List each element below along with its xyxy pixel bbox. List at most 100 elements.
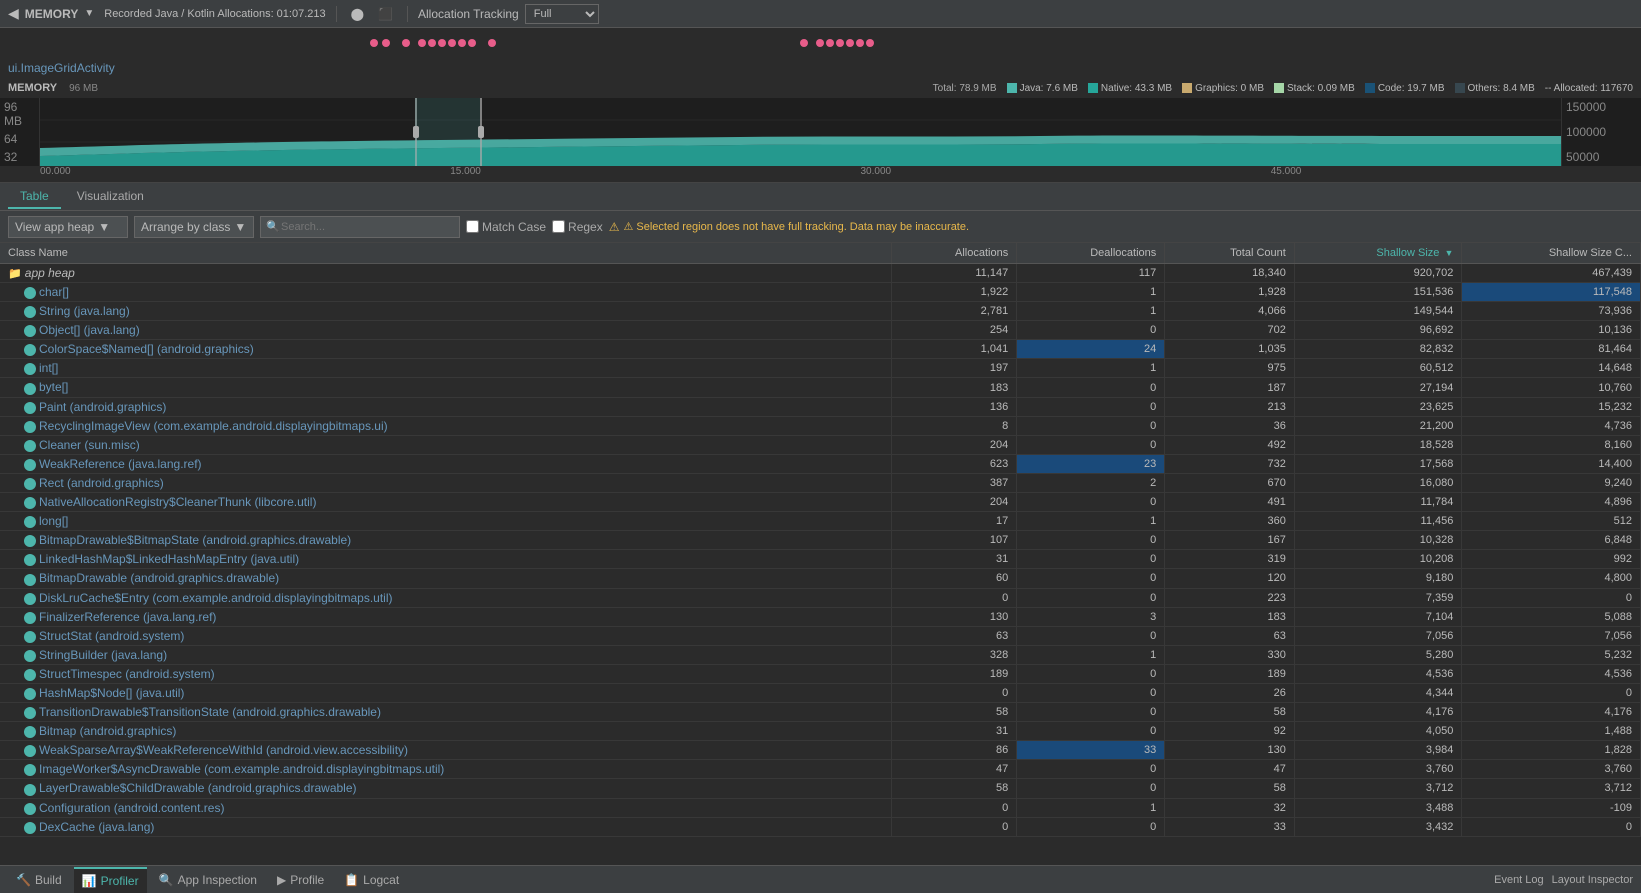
cell-class-name[interactable]: TransitionDrawable$TransitionState (andr… — [0, 703, 892, 722]
table-row[interactable]: StringBuilder (java.lang)32813305,2805,2… — [0, 645, 1641, 664]
match-case-checkbox[interactable] — [466, 220, 479, 233]
cell-class-name[interactable]: Rect (android.graphics) — [0, 473, 892, 492]
table-row[interactable]: byte[]183018727,19410,760 — [0, 378, 1641, 397]
class-name-text[interactable]: LayerDrawable$ChildDrawable (android.gra… — [39, 781, 357, 795]
class-name-text[interactable]: WeakSparseArray$WeakReferenceWithId (and… — [39, 743, 408, 757]
cell-class-name[interactable]: ColorSpace$Named[] (android.graphics) — [0, 340, 892, 359]
cell-class-name[interactable]: Object[] (java.lang) — [0, 321, 892, 340]
cell-class-name[interactable]: StructStat (android.system) — [0, 626, 892, 645]
class-name-text[interactable]: Rect (android.graphics) — [39, 476, 164, 490]
class-name-text[interactable]: NativeAllocationRegistry$CleanerThunk (l… — [39, 495, 316, 509]
table-row[interactable]: 📁 app heap11,14711718,340920,702467,439 — [0, 264, 1641, 283]
table-row[interactable]: String (java.lang)2,78114,066149,54473,9… — [0, 302, 1641, 321]
allocation-tracking-select[interactable]: Full Sampled None — [525, 4, 599, 24]
col-deallocations[interactable]: Deallocations — [1017, 243, 1165, 264]
cell-class-name[interactable]: HashMap$Node[] (java.util) — [0, 683, 892, 702]
table-row[interactable]: ImageWorker$AsyncDrawable (com.example.a… — [0, 760, 1641, 779]
tab-visualization[interactable]: Visualization — [65, 185, 156, 209]
table-row[interactable]: long[]17136011,456512 — [0, 512, 1641, 531]
class-name-text[interactable]: ImageWorker$AsyncDrawable (com.example.a… — [39, 762, 444, 776]
cell-class-name[interactable]: int[] — [0, 359, 892, 378]
table-row[interactable]: RecyclingImageView (com.example.android.… — [0, 416, 1641, 435]
class-name-text[interactable]: BitmapDrawable$BitmapState (android.grap… — [39, 533, 351, 547]
col-shallow-size[interactable]: Shallow Size ▼ — [1294, 243, 1462, 264]
cell-class-name[interactable]: WeakReference (java.lang.ref) — [0, 454, 892, 473]
cell-class-name[interactable]: long[] — [0, 512, 892, 531]
class-name-text[interactable]: StructTimespec (android.system) — [39, 667, 215, 681]
table-row[interactable]: BitmapDrawable$BitmapState (android.grap… — [0, 531, 1641, 550]
cell-class-name[interactable]: String (java.lang) — [0, 302, 892, 321]
class-name-text[interactable]: Bitmap (android.graphics) — [39, 724, 176, 738]
table-row[interactable]: Object[] (java.lang)254070296,69210,136 — [0, 321, 1641, 340]
table-row[interactable]: NativeAllocationRegistry$CleanerThunk (l… — [0, 493, 1641, 512]
cell-class-name[interactable]: LayerDrawable$ChildDrawable (android.gra… — [0, 779, 892, 798]
class-name-text[interactable]: StringBuilder (java.lang) — [39, 648, 167, 662]
cell-class-name[interactable]: StringBuilder (java.lang) — [0, 645, 892, 664]
bottom-tab-profiler[interactable]: 📊 Profiler — [74, 867, 147, 893]
bottom-tab-profile[interactable]: ▶ Profile — [269, 867, 332, 893]
graph-canvas[interactable] — [40, 98, 1561, 166]
cell-class-name[interactable]: WeakSparseArray$WeakReferenceWithId (and… — [0, 741, 892, 760]
table-row[interactable]: Paint (android.graphics)136021323,62515,… — [0, 397, 1641, 416]
table-row[interactable]: TransitionDrawable$TransitionState (andr… — [0, 703, 1641, 722]
record-button[interactable]: ⬤ — [347, 5, 368, 23]
cell-class-name[interactable]: 📁 app heap — [0, 264, 892, 283]
class-name-text[interactable]: ColorSpace$Named[] (android.graphics) — [39, 342, 254, 356]
class-name-text[interactable]: char[] — [39, 285, 69, 299]
class-name-text[interactable]: StructStat (android.system) — [39, 629, 184, 643]
class-name-text[interactable]: Paint (android.graphics) — [39, 400, 166, 414]
table-row[interactable]: ColorSpace$Named[] (android.graphics)1,0… — [0, 340, 1641, 359]
cell-class-name[interactable]: StructTimespec (android.system) — [0, 664, 892, 683]
cell-class-name[interactable]: Cleaner (sun.misc) — [0, 435, 892, 454]
class-name-text[interactable]: DiskLruCache$Entry (com.example.android.… — [39, 591, 393, 605]
cell-class-name[interactable]: BitmapDrawable$BitmapState (android.grap… — [0, 531, 892, 550]
table-row[interactable]: Bitmap (android.graphics)310924,0501,488 — [0, 722, 1641, 741]
cell-class-name[interactable]: RecyclingImageView (com.example.android.… — [0, 416, 892, 435]
table-row[interactable]: Configuration (android.content.res)01323… — [0, 798, 1641, 817]
table-row[interactable]: LinkedHashMap$LinkedHashMapEntry (java.u… — [0, 550, 1641, 569]
cell-class-name[interactable]: Configuration (android.content.res) — [0, 798, 892, 817]
class-name-text[interactable]: String (java.lang) — [39, 304, 130, 318]
table-row[interactable]: WeakSparseArray$WeakReferenceWithId (and… — [0, 741, 1641, 760]
cell-class-name[interactable]: DexCache (java.lang) — [0, 817, 892, 836]
table-row[interactable]: BitmapDrawable (android.graphics.drawabl… — [0, 569, 1641, 588]
bottom-tab-logcat[interactable]: 📋 Logcat — [336, 867, 407, 893]
cell-class-name[interactable]: byte[] — [0, 378, 892, 397]
class-name-text[interactable]: int[] — [39, 361, 58, 375]
table-row[interactable]: Cleaner (sun.misc)204049218,5288,160 — [0, 435, 1641, 454]
class-name-text[interactable]: RecyclingImageView (com.example.android.… — [39, 419, 388, 433]
heap-dropdown[interactable]: View app heap ▼ — [8, 216, 128, 238]
tab-table[interactable]: Table — [8, 185, 61, 209]
col-class-name[interactable]: Class Name — [0, 243, 892, 264]
bottom-tab-app-inspection[interactable]: 🔍 App Inspection — [151, 867, 265, 893]
cell-class-name[interactable]: BitmapDrawable (android.graphics.drawabl… — [0, 569, 892, 588]
regex-checkbox[interactable] — [552, 220, 565, 233]
arrange-dropdown[interactable]: Arrange by class ▼ — [134, 216, 254, 238]
class-name-text[interactable]: Configuration (android.content.res) — [39, 801, 224, 815]
class-name-text[interactable]: FinalizerReference (java.lang.ref) — [39, 610, 216, 624]
cell-class-name[interactable]: ImageWorker$AsyncDrawable (com.example.a… — [0, 760, 892, 779]
event-log-button[interactable]: Event Log — [1494, 874, 1544, 886]
cell-class-name[interactable]: NativeAllocationRegistry$CleanerThunk (l… — [0, 493, 892, 512]
data-table-container[interactable]: Class Name Allocations Deallocations Tot… — [0, 243, 1641, 865]
table-row[interactable]: Rect (android.graphics)387267016,0809,24… — [0, 473, 1641, 492]
table-row[interactable]: FinalizerReference (java.lang.ref)130318… — [0, 607, 1641, 626]
col-allocations[interactable]: Allocations — [892, 243, 1017, 264]
col-shallow-size-c[interactable]: Shallow Size C... — [1462, 243, 1641, 264]
class-name-text[interactable]: TransitionDrawable$TransitionState (andr… — [39, 705, 381, 719]
stop-button[interactable]: ⬛ — [374, 5, 397, 23]
table-row[interactable]: char[]1,92211,928151,536117,548 — [0, 283, 1641, 302]
bottom-tab-build[interactable]: 🔨 Build — [8, 867, 70, 893]
table-row[interactable]: WeakReference (java.lang.ref)6232373217,… — [0, 454, 1641, 473]
table-row[interactable]: StructTimespec (android.system)18901894,… — [0, 664, 1641, 683]
cell-class-name[interactable]: Paint (android.graphics) — [0, 397, 892, 416]
cell-class-name[interactable]: LinkedHashMap$LinkedHashMapEntry (java.u… — [0, 550, 892, 569]
class-name-text[interactable]: HashMap$Node[] (java.util) — [39, 686, 184, 700]
table-row[interactable]: LayerDrawable$ChildDrawable (android.gra… — [0, 779, 1641, 798]
class-name-text[interactable]: BitmapDrawable (android.graphics.drawabl… — [39, 571, 279, 585]
regex-checkbox-label[interactable]: Regex — [552, 220, 603, 234]
class-name-text[interactable]: LinkedHashMap$LinkedHashMapEntry (java.u… — [39, 552, 299, 566]
class-name-text[interactable]: Object[] (java.lang) — [39, 323, 140, 337]
search-input[interactable] — [260, 216, 460, 238]
table-row[interactable]: HashMap$Node[] (java.util)00264,3440 — [0, 683, 1641, 702]
